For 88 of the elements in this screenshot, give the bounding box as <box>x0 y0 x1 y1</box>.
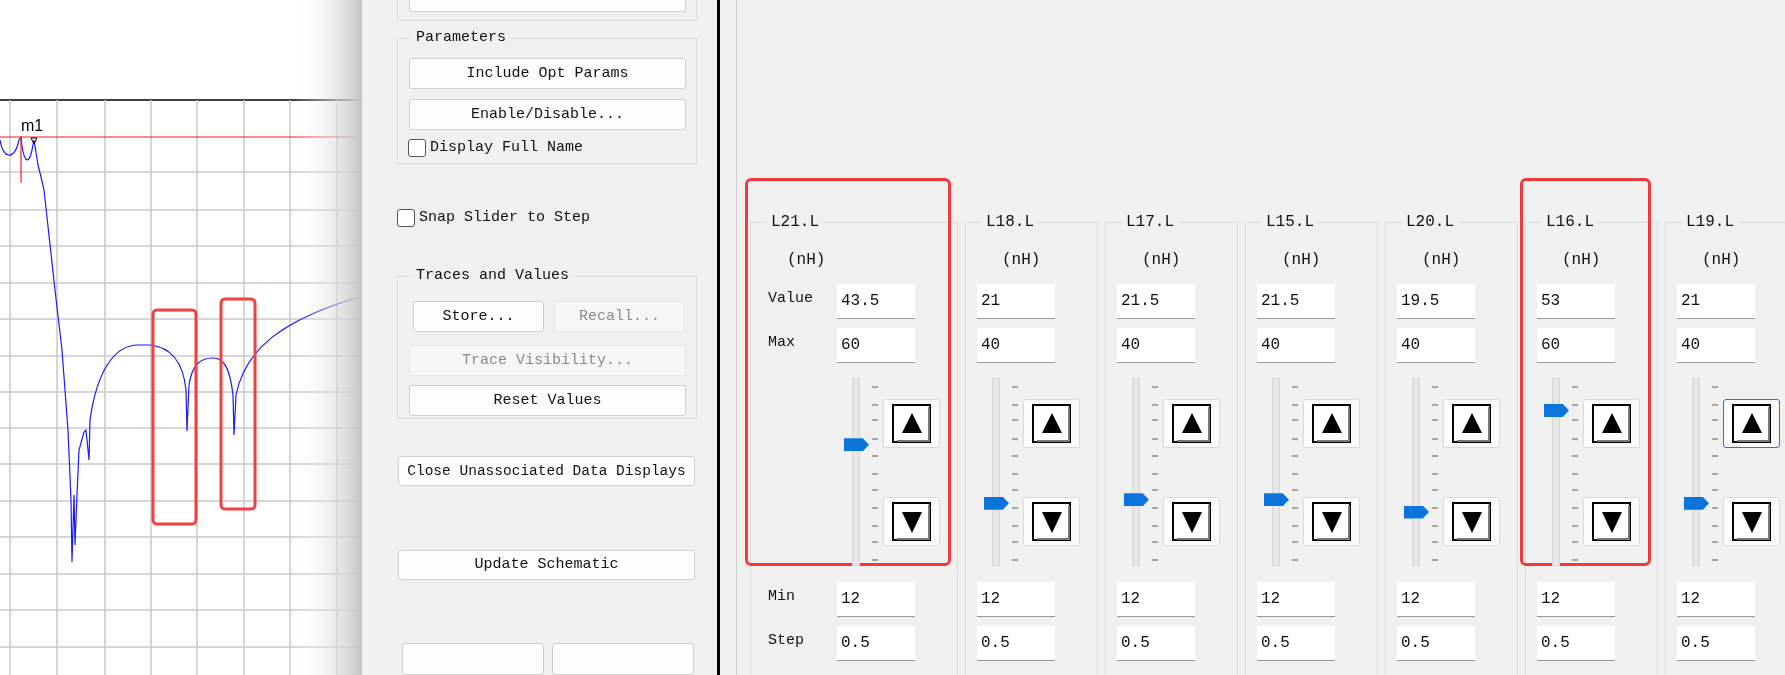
triangle-down-icon <box>891 501 932 542</box>
vertical-slider[interactable] <box>1264 378 1290 566</box>
store-button[interactable]: Store... <box>413 300 544 332</box>
slider-thumb[interactable] <box>844 438 869 452</box>
max-field[interactable]: 60 <box>1537 328 1615 363</box>
slider-thumb[interactable] <box>1404 505 1429 519</box>
max-field[interactable]: 60 <box>837 328 915 363</box>
min-field[interactable]: 12 <box>1537 582 1615 617</box>
max-field[interactable]: 40 <box>1257 328 1335 363</box>
checkbox-label: Display Full Name <box>430 139 584 157</box>
step-down-button[interactable] <box>1583 497 1640 546</box>
step-field[interactable]: 0.5 <box>1257 626 1335 661</box>
step-down-button[interactable] <box>1303 497 1360 546</box>
vertical-slider[interactable] <box>844 378 870 566</box>
checkbox-label: Snap Slider to Step <box>419 209 591 226</box>
triangle-down-icon <box>1311 501 1352 542</box>
slider-thumb[interactable] <box>1684 496 1709 510</box>
vertical-slider[interactable] <box>1124 378 1150 566</box>
step-field[interactable]: 0.5 <box>1117 626 1195 661</box>
unit-label: (nH) <box>1282 250 1321 271</box>
unit-label: (nH) <box>1702 250 1741 271</box>
close-unassociated-button[interactable]: Close Unassociated Data Displays <box>398 455 695 486</box>
max-field[interactable]: 40 <box>1397 328 1475 363</box>
triangle-down-icon <box>1171 501 1212 542</box>
step-field[interactable]: 0.5 <box>1677 626 1755 661</box>
value-field[interactable]: 21.5 <box>1117 284 1195 319</box>
step-down-button[interactable] <box>1163 497 1220 546</box>
row-label: Max <box>768 334 795 351</box>
triangle-up-icon <box>1031 403 1072 444</box>
update-schematic-button[interactable]: Update Schematic <box>398 549 695 580</box>
vertical-slider[interactable] <box>1544 378 1570 566</box>
vertical-slider[interactable] <box>1684 378 1710 566</box>
min-field[interactable]: 12 <box>1257 582 1335 617</box>
triangle-down-icon <box>1731 501 1772 542</box>
step-down-button[interactable] <box>1723 497 1780 546</box>
row-label: Min <box>768 588 795 605</box>
unit-label: (nH) <box>787 250 826 271</box>
min-field[interactable]: 12 <box>837 582 915 617</box>
slider-thumb[interactable] <box>1544 403 1569 417</box>
triangle-up-icon <box>1591 403 1632 444</box>
max-field[interactable]: 40 <box>1117 328 1195 363</box>
value-field[interactable]: 21.5 <box>1257 284 1335 319</box>
slider-thumb[interactable] <box>1264 493 1289 507</box>
marker-icon <box>30 137 38 145</box>
triangle-down-icon <box>1031 501 1072 542</box>
value-field[interactable]: 19.5 <box>1397 284 1475 319</box>
triangle-down-icon <box>1451 501 1492 542</box>
min-field[interactable]: 12 <box>1117 582 1195 617</box>
unit-label: (nH) <box>1562 250 1601 271</box>
parameter-button[interactable]: Enable/Disable... <box>409 98 686 130</box>
value-field[interactable]: 53 <box>1537 284 1615 319</box>
triangle-up-icon <box>1451 403 1492 444</box>
step-field[interactable]: 0.5 <box>1397 626 1475 661</box>
value-field[interactable]: 43.5 <box>837 284 915 319</box>
max-field[interactable]: 40 <box>1677 328 1755 363</box>
unit-label: (nH) <box>1422 250 1461 271</box>
reset-values-button[interactable]: Reset Values <box>409 384 686 416</box>
checkbox[interactable] <box>408 138 426 157</box>
vertical-slider[interactable] <box>984 378 1010 566</box>
step-field[interactable]: 0.5 <box>977 626 1055 661</box>
marker-label: m1 <box>21 117 44 134</box>
unit-label: (nH) <box>1142 250 1181 271</box>
step-up-button[interactable] <box>1723 399 1780 448</box>
triangle-down-icon <box>1591 501 1632 542</box>
row-label: Value <box>768 290 813 307</box>
step-field[interactable]: 0.5 <box>837 626 915 661</box>
triangle-up-icon <box>1311 403 1352 444</box>
parameter-button[interactable]: Include Opt Params <box>409 57 686 89</box>
step-down-button[interactable] <box>1023 497 1080 546</box>
triangle-up-icon <box>1731 403 1772 444</box>
min-field[interactable]: 12 <box>977 582 1055 617</box>
triangle-up-icon <box>891 403 932 444</box>
slider-thumb[interactable] <box>1124 493 1149 507</box>
triangle-up-icon <box>1171 403 1212 444</box>
value-field[interactable]: 21 <box>1677 284 1755 319</box>
step-field[interactable]: 0.5 <box>1537 626 1615 661</box>
marker-line <box>20 136 22 184</box>
min-field[interactable]: 12 <box>1397 582 1475 617</box>
vertical-slider[interactable] <box>1404 378 1430 566</box>
checkbox[interactable] <box>397 208 415 227</box>
min-field[interactable]: 12 <box>1677 582 1755 617</box>
step-down-button[interactable] <box>883 497 940 546</box>
value-field[interactable]: 21 <box>977 284 1055 319</box>
unit-label: (nH) <box>1002 250 1041 271</box>
slider-thumb[interactable] <box>984 496 1009 510</box>
max-field[interactable]: 40 <box>977 328 1055 363</box>
row-label: Step <box>768 632 804 649</box>
step-down-button[interactable] <box>1443 497 1500 546</box>
